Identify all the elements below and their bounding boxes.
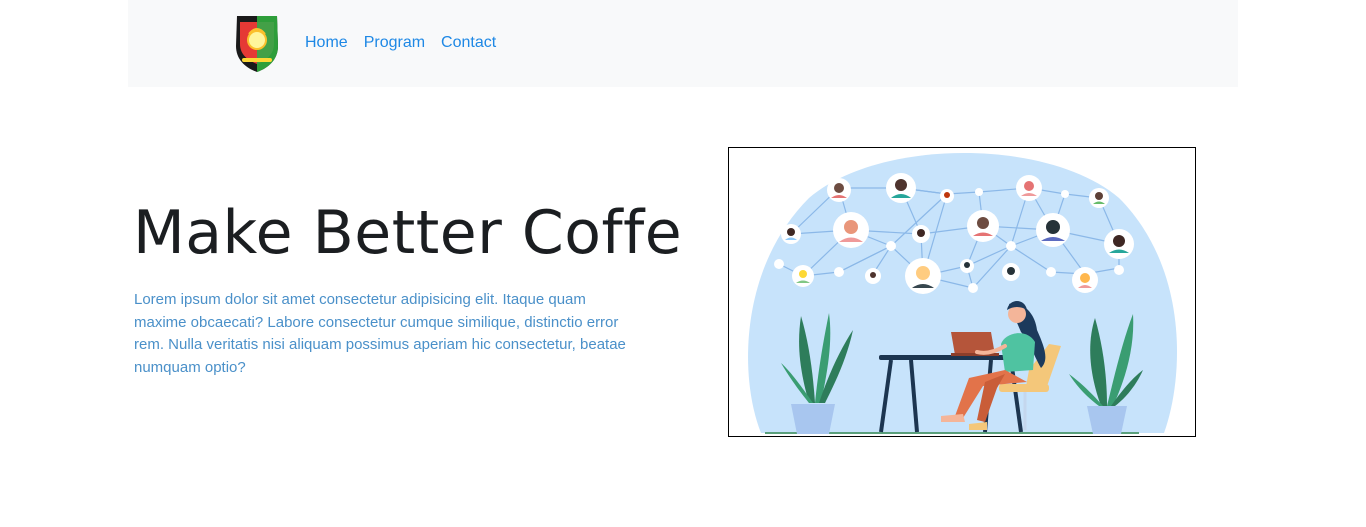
network-illustration-icon: [748, 153, 1178, 434]
navbar: Home Program Contact: [128, 0, 1238, 87]
hero-description: Lorem ipsum dolor sit amet consectetur a…: [134, 291, 626, 376]
shield-logo-icon[interactable]: [232, 12, 282, 74]
remote-work-illustration: [728, 147, 1196, 437]
nav-link-contact[interactable]: Contact: [441, 33, 496, 53]
nav-link-program[interactable]: Program: [364, 33, 425, 53]
nav-link-home[interactable]: Home: [305, 33, 348, 53]
hero-title: Make Better Coffe: [133, 198, 683, 268]
